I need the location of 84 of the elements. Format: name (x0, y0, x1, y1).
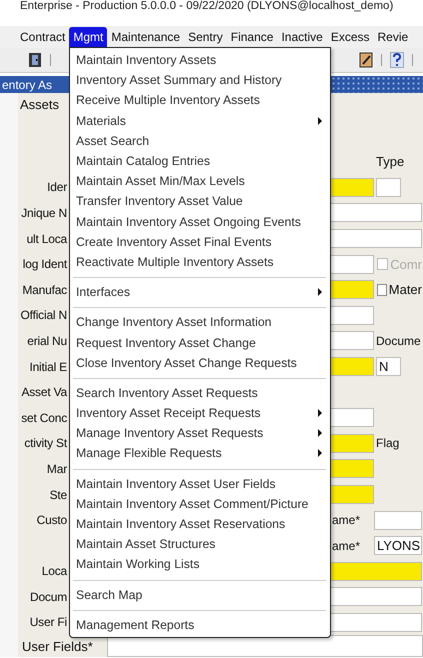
menu-item[interactable]: Request Inventory Asset Change (73, 332, 330, 353)
field-label: Flag (375, 436, 400, 450)
field-label: log Ident (22, 257, 67, 272)
input-field[interactable] (107, 635, 423, 657)
input-field[interactable] (330, 280, 374, 300)
menu-item[interactable]: Maintain Catalog Entries (73, 150, 330, 172)
menu-item[interactable]: Maintain Asset Min/Max Levels (73, 171, 330, 192)
input-field[interactable] (374, 510, 422, 530)
input-field[interactable] (330, 357, 374, 376)
menu-item[interactable]: Maintain Inventory Asset Reservations (73, 514, 330, 534)
field-label: User Fields* (21, 638, 94, 654)
menu-item[interactable]: Finance (226, 27, 278, 47)
field-label: ult Loca (26, 232, 67, 246)
field-label: User Fi (30, 615, 67, 630)
menu-item[interactable]: Create Inventory Asset Final Events (73, 232, 330, 252)
field-label: ame* (331, 513, 362, 528)
field-label: erial Nu (27, 334, 67, 348)
field-label: Jnique N (21, 206, 67, 220)
menu-item[interactable]: Revie (374, 27, 412, 47)
field-label: ctivity St (24, 436, 67, 450)
input-field[interactable] (330, 562, 422, 581)
input-field[interactable] (330, 434, 374, 453)
checkbox[interactable]: Mater (374, 282, 422, 298)
menu-item[interactable]: Inventory Asset Summary and History (73, 70, 330, 90)
field-label: Ste (50, 488, 67, 502)
menu-item[interactable]: Search Inventory Asset Requests (73, 382, 330, 403)
field-label: Docum (30, 590, 67, 604)
window-title: Enterprise - Production 5.0.0.0 - 09/22/2020 (DLYONS@localhost_demo) (20, 0, 394, 13)
input-field[interactable] (330, 485, 374, 504)
input-field[interactable] (330, 306, 374, 325)
field-label: Manufac (22, 282, 67, 297)
input-field[interactable] (330, 178, 374, 197)
menu-item[interactable]: Close Inventory Asset Change Requests (73, 352, 330, 373)
door-icon[interactable] (28, 52, 42, 68)
menu-item[interactable]: Maintain Inventory Asset User Fields (73, 474, 330, 494)
submenu-item[interactable]: Inventory Asset Receipt Requests (73, 403, 330, 424)
help-icon[interactable] (390, 52, 404, 68)
submenu-item[interactable]: Manage Flexible Requests (73, 443, 330, 464)
field-label: Custo (36, 513, 67, 528)
field-label: Official N (20, 308, 67, 322)
field-label: Asset Va (21, 385, 67, 400)
menu-item[interactable]: Management Reports (73, 614, 330, 635)
field-label: set Conc (21, 410, 67, 425)
menu-item[interactable]: Maintain Asset Structures (73, 534, 330, 554)
field-label: Loca (42, 564, 67, 578)
field-label: Ider (47, 180, 67, 194)
menu-item[interactable]: Inactive (277, 27, 327, 47)
menu-item[interactable]: Reactivate Multiple Inventory Assets (73, 252, 330, 272)
checkbox: Comr (374, 256, 422, 272)
menu-item[interactable]: Transfer Inventory Asset Value (73, 191, 330, 212)
menu-item[interactable]: Excess (326, 27, 374, 47)
input-field[interactable]: LYONS (374, 536, 422, 556)
menu-item[interactable]: Receive Multiple Inventory Assets (73, 90, 330, 111)
menu-item[interactable]: Contract (16, 27, 70, 47)
menu-item[interactable]: Maintain Working Lists (73, 554, 330, 574)
submenu-item[interactable]: Manage Inventory Asset Requests (73, 423, 330, 444)
input-field[interactable] (330, 229, 422, 248)
menu-item[interactable]: Maintain Inventory Asset Comment/Picture (73, 494, 330, 514)
section-title: Assets (20, 97, 60, 112)
input-field[interactable] (330, 331, 374, 350)
input-field[interactable] (330, 459, 374, 478)
input-field[interactable] (330, 587, 422, 606)
menu-item[interactable]: Maintenance (107, 27, 184, 47)
edit-icon[interactable] (359, 52, 373, 68)
field-label: Docume (375, 334, 422, 348)
input-field[interactable] (376, 178, 401, 197)
column-label: Type (375, 154, 406, 170)
submenu-item[interactable]: Materials (73, 110, 330, 131)
submenu-item[interactable]: Interfaces (73, 282, 330, 302)
menu-item[interactable]: Sentry (184, 27, 227, 47)
menu-item[interactable]: Change Inventory Asset Information (73, 312, 330, 332)
input-field[interactable] (330, 203, 422, 222)
menu-item[interactable]: Asset Search (73, 130, 330, 151)
input-field[interactable] (330, 254, 374, 274)
menu-item[interactable]: Mgmt (69, 27, 108, 47)
field-label: Mar (46, 462, 67, 476)
menu-item[interactable]: Search Map (73, 584, 330, 605)
input-field[interactable]: N (376, 357, 401, 376)
input-field[interactable] (330, 408, 374, 428)
field-label: Initial E (29, 360, 67, 374)
input-field[interactable] (330, 612, 422, 632)
field-label: ame* (331, 538, 362, 553)
menu-item[interactable]: Maintain Inventory Asset Ongoing Events (73, 212, 330, 232)
header-title: entory As (1, 78, 52, 92)
